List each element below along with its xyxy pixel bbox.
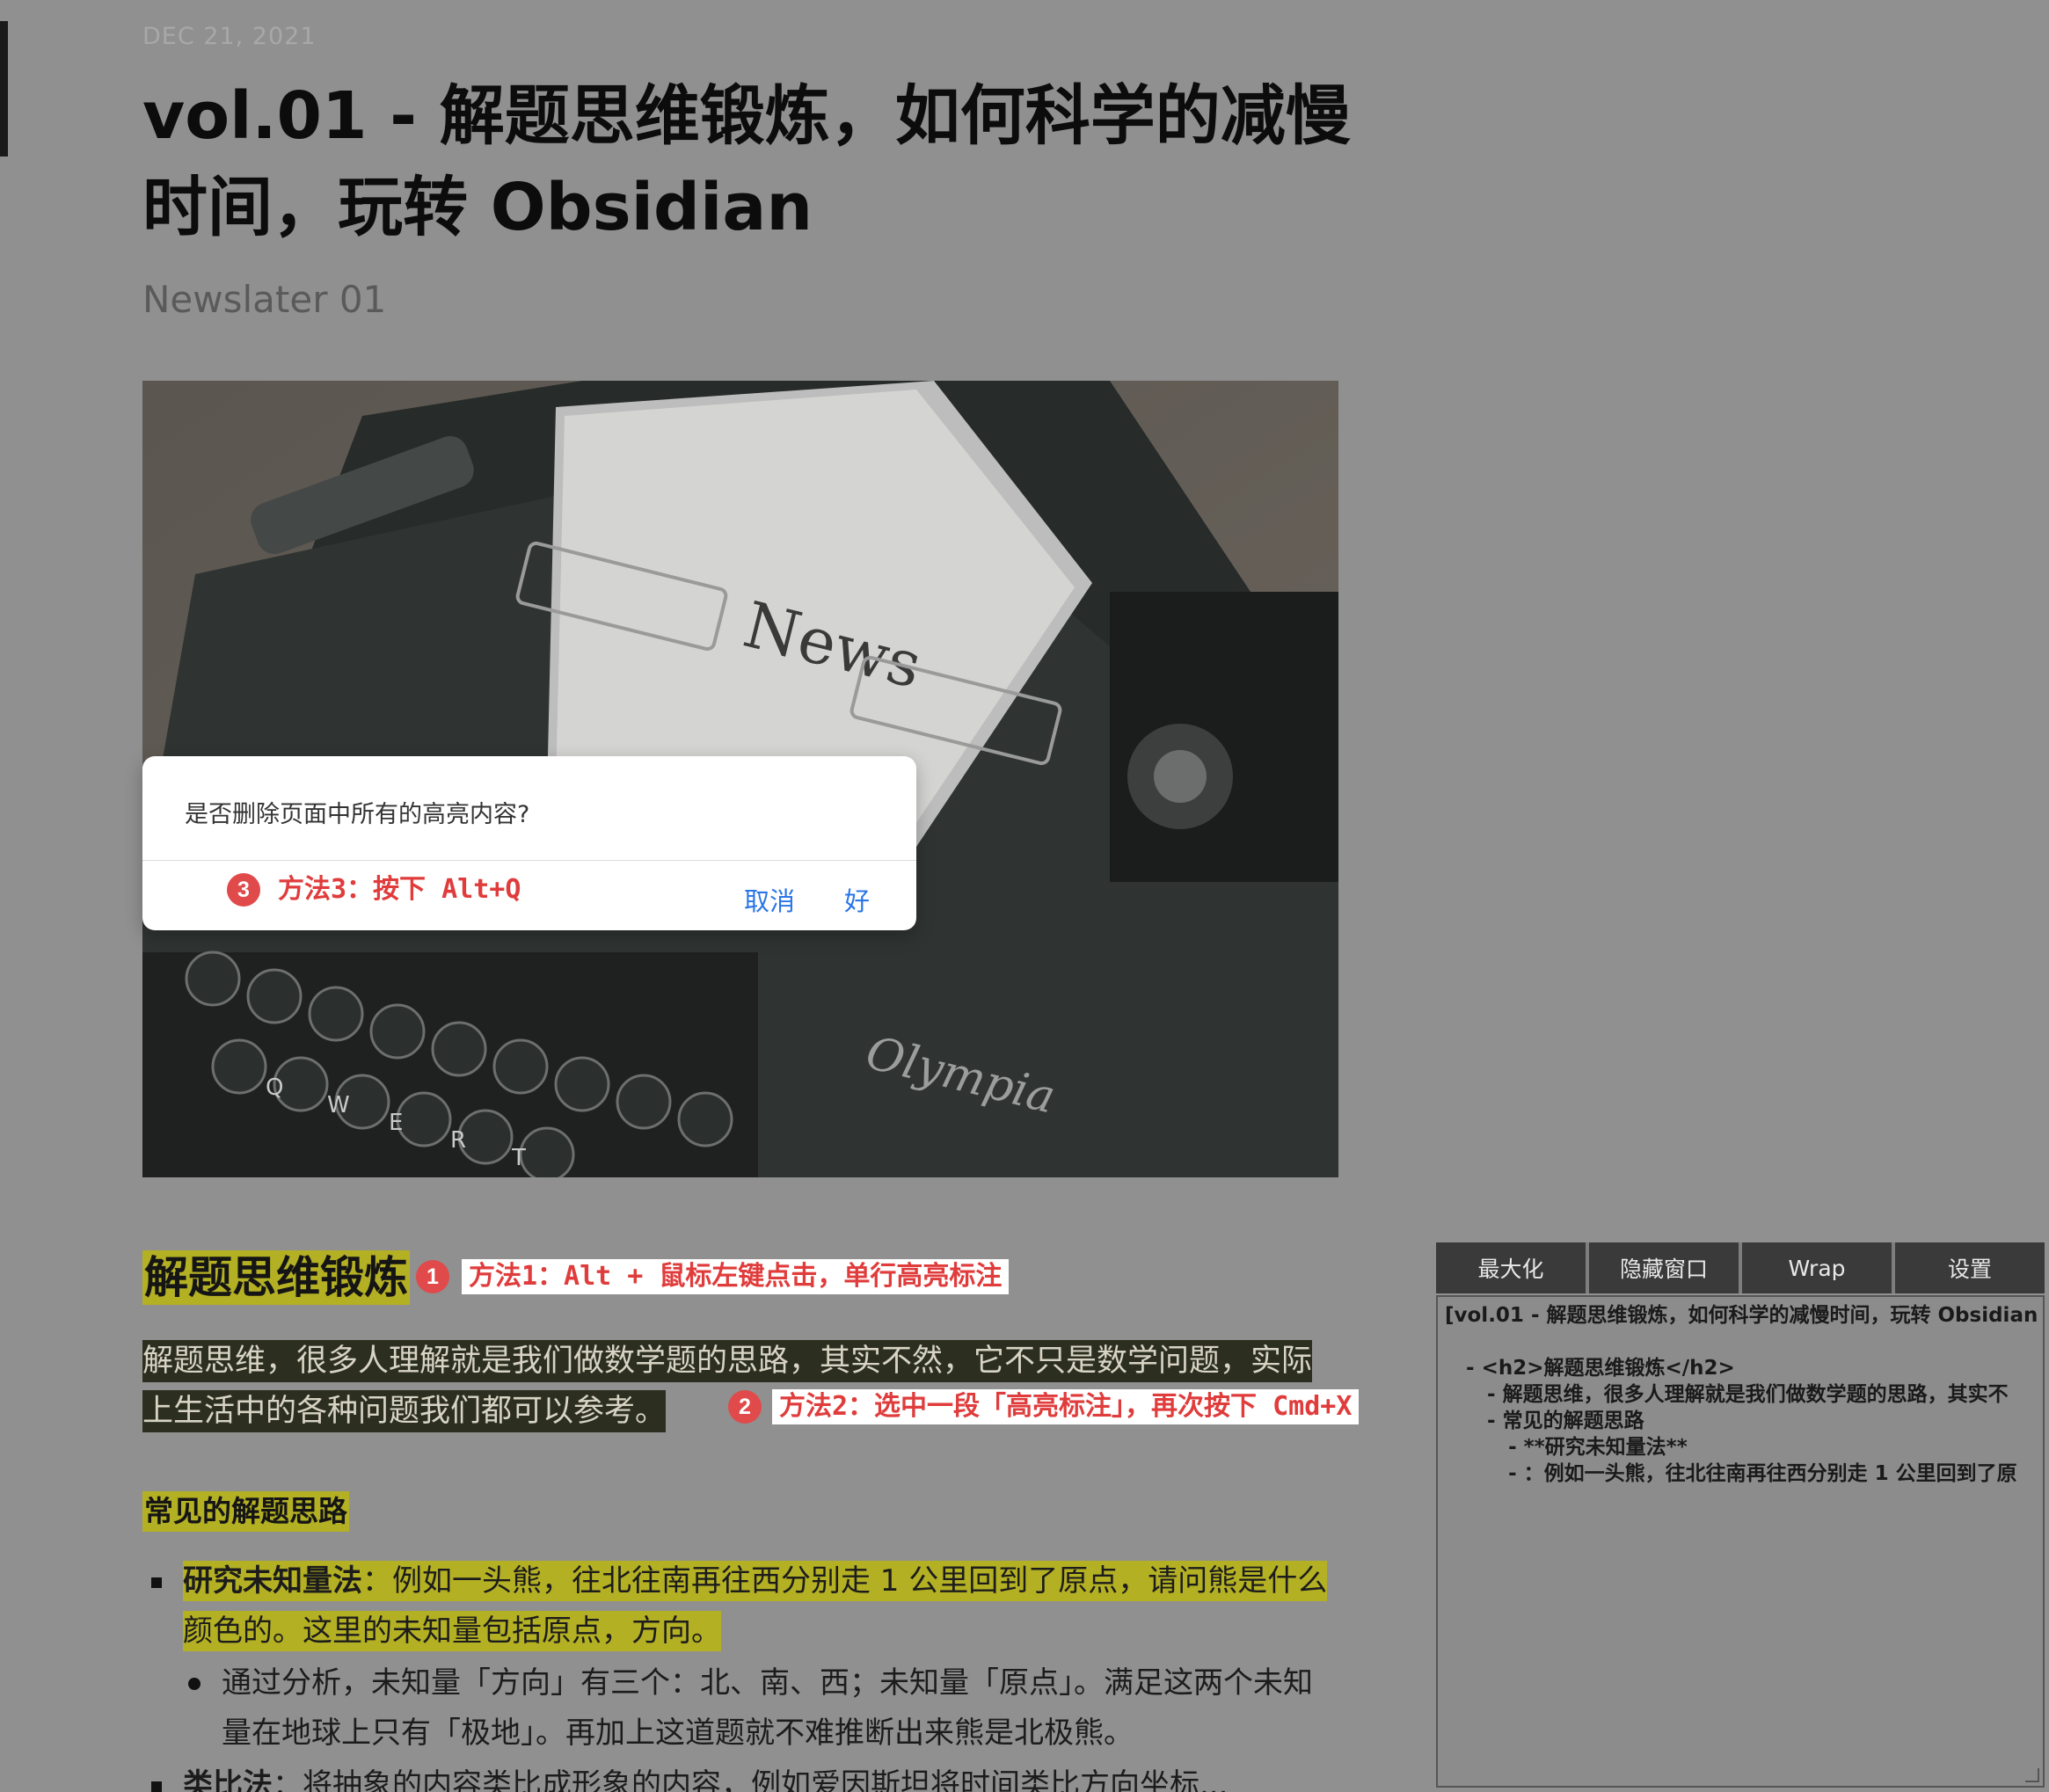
list-item: 研究未知量法：例如一头熊，往北往南再往西分别走 1 公里回到了原点，请问熊是什么…	[142, 1556, 1338, 1657]
svg-text:R: R	[450, 1127, 466, 1154]
wrap-button[interactable]: Wrap	[1742, 1242, 1892, 1293]
settings-button[interactable]: 设置	[1895, 1242, 2045, 1293]
list-subitem-text: 通过分析，未知量「方向」有三个：北、南、西；未知量「原点」。满足这两个未知量在地…	[222, 1665, 1313, 1751]
confirm-dialog: 是否删除页面中所有的高亮内容? 3 方法3：按下 Alt+Q 取消 好	[142, 756, 916, 930]
svg-text:E: E	[389, 1110, 403, 1136]
list-item-bold: 研究未知量法	[183, 1563, 362, 1599]
annotation-number-2: 2	[728, 1390, 762, 1424]
square-bullet-icon	[151, 1577, 162, 1588]
cursor-bar	[0, 21, 8, 157]
svg-text:W: W	[327, 1092, 350, 1118]
list-subitem: 通过分析，未知量「方向」有三个：北、南、西；未知量「原点」。满足这两个未知量在地…	[183, 1658, 1326, 1759]
page-title: vol.01 - 解题思维锻炼，如何科学的减慢时间，玩转 Obsidian	[142, 78, 1351, 245]
svg-text:Q: Q	[266, 1074, 283, 1101]
cancel-button[interactable]: 取消	[744, 881, 795, 918]
annotation-method-1: 1 方法1：Alt + 鼠标左键点击，单行高亮标注	[416, 1259, 1010, 1294]
outline-text: [vol.01 - 解题思维锻炼，如何科学的减慢时间，玩转 Obsidian -…	[1445, 1304, 2038, 1485]
ok-button[interactable]: 好	[844, 881, 870, 918]
outline-textarea[interactable]: [vol.01 - 解题思维锻炼，如何科学的减慢时间，玩转 Obsidian -…	[1436, 1295, 2045, 1788]
annotation-method-3: 3 方法3：按下 Alt+Q	[227, 872, 529, 907]
annotation-text-2: 方法2：选中一段「高亮标注」，再次按下 Cmd+X	[772, 1389, 1360, 1424]
annotation-method-2: 2 方法2：选中一段「高亮标注」，再次按下 Cmd+X	[728, 1389, 1360, 1424]
post-date: DEC 21, 2021	[142, 23, 317, 50]
dialog-message: 是否删除页面中所有的高亮内容?	[185, 801, 530, 828]
dot-bullet-icon	[188, 1678, 201, 1690]
hide-window-button[interactable]: 隐藏窗口	[1589, 1242, 1739, 1293]
maximize-button[interactable]: 最大化	[1436, 1242, 1586, 1293]
annotation-number-3: 3	[227, 873, 260, 907]
subheading-highlighted: 常见的解题思路	[142, 1491, 349, 1532]
list-item-text: ：将抽象的内容类比成形象的内容，例如爱因斯坦将时间类比方向坐标...	[273, 1767, 1229, 1792]
panel-toolbar: 最大化 隐藏窗口 Wrap 设置	[1436, 1242, 2045, 1293]
list-item-bold: 类比法	[183, 1767, 273, 1792]
annotation-text-1: 方法1：Alt + 鼠标左键点击，单行高亮标注	[462, 1259, 1010, 1294]
dialog-divider	[142, 860, 916, 861]
annotation-text-3: 方法3：按下 Alt+Q	[271, 872, 529, 907]
page-subtitle: Newslater 01	[142, 278, 387, 321]
resize-grip-icon[interactable]	[2025, 1768, 2039, 1782]
outline-panel: 最大化 隐藏窗口 Wrap 设置 [vol.01 - 解题思维锻炼，如何科学的减…	[1436, 1242, 2045, 1788]
square-bullet-icon	[151, 1781, 162, 1792]
section-heading-highlighted: 解题思维锻炼	[142, 1250, 410, 1305]
svg-text:T: T	[511, 1145, 526, 1171]
annotation-number-1: 1	[416, 1260, 449, 1293]
list-item: 类比法：将抽象的内容类比成形象的内容，例如爱因斯坦将时间类比方向坐标...	[142, 1760, 1338, 1792]
